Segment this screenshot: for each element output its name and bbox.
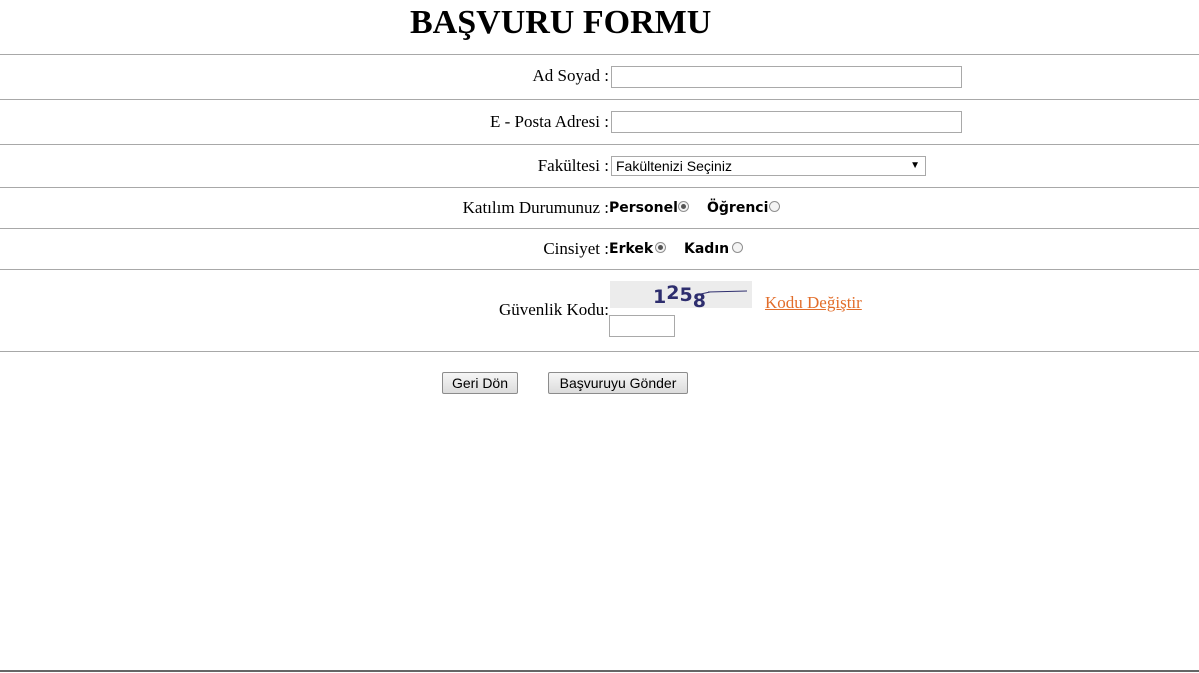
gender-radio-kadin[interactable] bbox=[732, 242, 743, 253]
participation-option-ogrenci-label: Öğrenci bbox=[707, 200, 769, 216]
participation-option-personel-label: Personel bbox=[609, 200, 678, 216]
faculty-label: Fakültesi : bbox=[537, 156, 609, 175]
divider bbox=[0, 187, 1199, 188]
participation-radio-ogrenci[interactable] bbox=[769, 201, 780, 212]
back-button[interactable]: Geri Dön bbox=[442, 372, 518, 394]
participation-radio-personel[interactable] bbox=[678, 201, 689, 212]
name-label: Ad Soyad : bbox=[532, 66, 610, 85]
gender-option-erkek-label: Erkek bbox=[609, 241, 654, 257]
email-label: E - Posta Adresi : bbox=[490, 112, 609, 131]
divider bbox=[0, 351, 1199, 352]
gender-radio-erkek[interactable] bbox=[655, 242, 666, 253]
captcha-input[interactable] bbox=[609, 315, 675, 337]
bottom-divider bbox=[0, 670, 1199, 672]
captcha-digit: 5 bbox=[679, 284, 692, 306]
page-title: BAŞVURU FORMU bbox=[410, 4, 712, 41]
captcha-digit: 8 bbox=[693, 290, 706, 308]
captcha-digit: 1 bbox=[653, 286, 666, 308]
submit-button[interactable]: Başvuruyu Gönder bbox=[548, 372, 688, 394]
divider bbox=[0, 54, 1199, 55]
name-input[interactable] bbox=[611, 66, 962, 88]
captcha-label: Güvenlik Kodu: bbox=[498, 300, 609, 319]
captcha-digit: 2 bbox=[666, 282, 679, 304]
change-code-link[interactable]: Kodu Değiştir bbox=[765, 293, 862, 313]
application-form-page: BAŞVURU FORMU Ad Soyad : E - Posta Adres… bbox=[0, 0, 1199, 673]
faculty-selected-value: Fakültenizi Seçiniz bbox=[616, 158, 732, 174]
divider bbox=[0, 269, 1199, 270]
divider bbox=[0, 228, 1199, 229]
captcha-image: 1258 bbox=[610, 281, 752, 308]
dropdown-arrow-icon: ▼ bbox=[910, 160, 920, 171]
gender-label: Cinsiyet : bbox=[543, 239, 609, 258]
gender-option-kadin-label: Kadın bbox=[684, 241, 730, 257]
divider bbox=[0, 144, 1199, 145]
divider bbox=[0, 99, 1199, 100]
email-input[interactable] bbox=[611, 111, 962, 133]
faculty-select[interactable]: Fakültenizi Seçiniz ▼ bbox=[611, 156, 926, 176]
participation-label: Katılım Durumunuz : bbox=[462, 198, 609, 217]
